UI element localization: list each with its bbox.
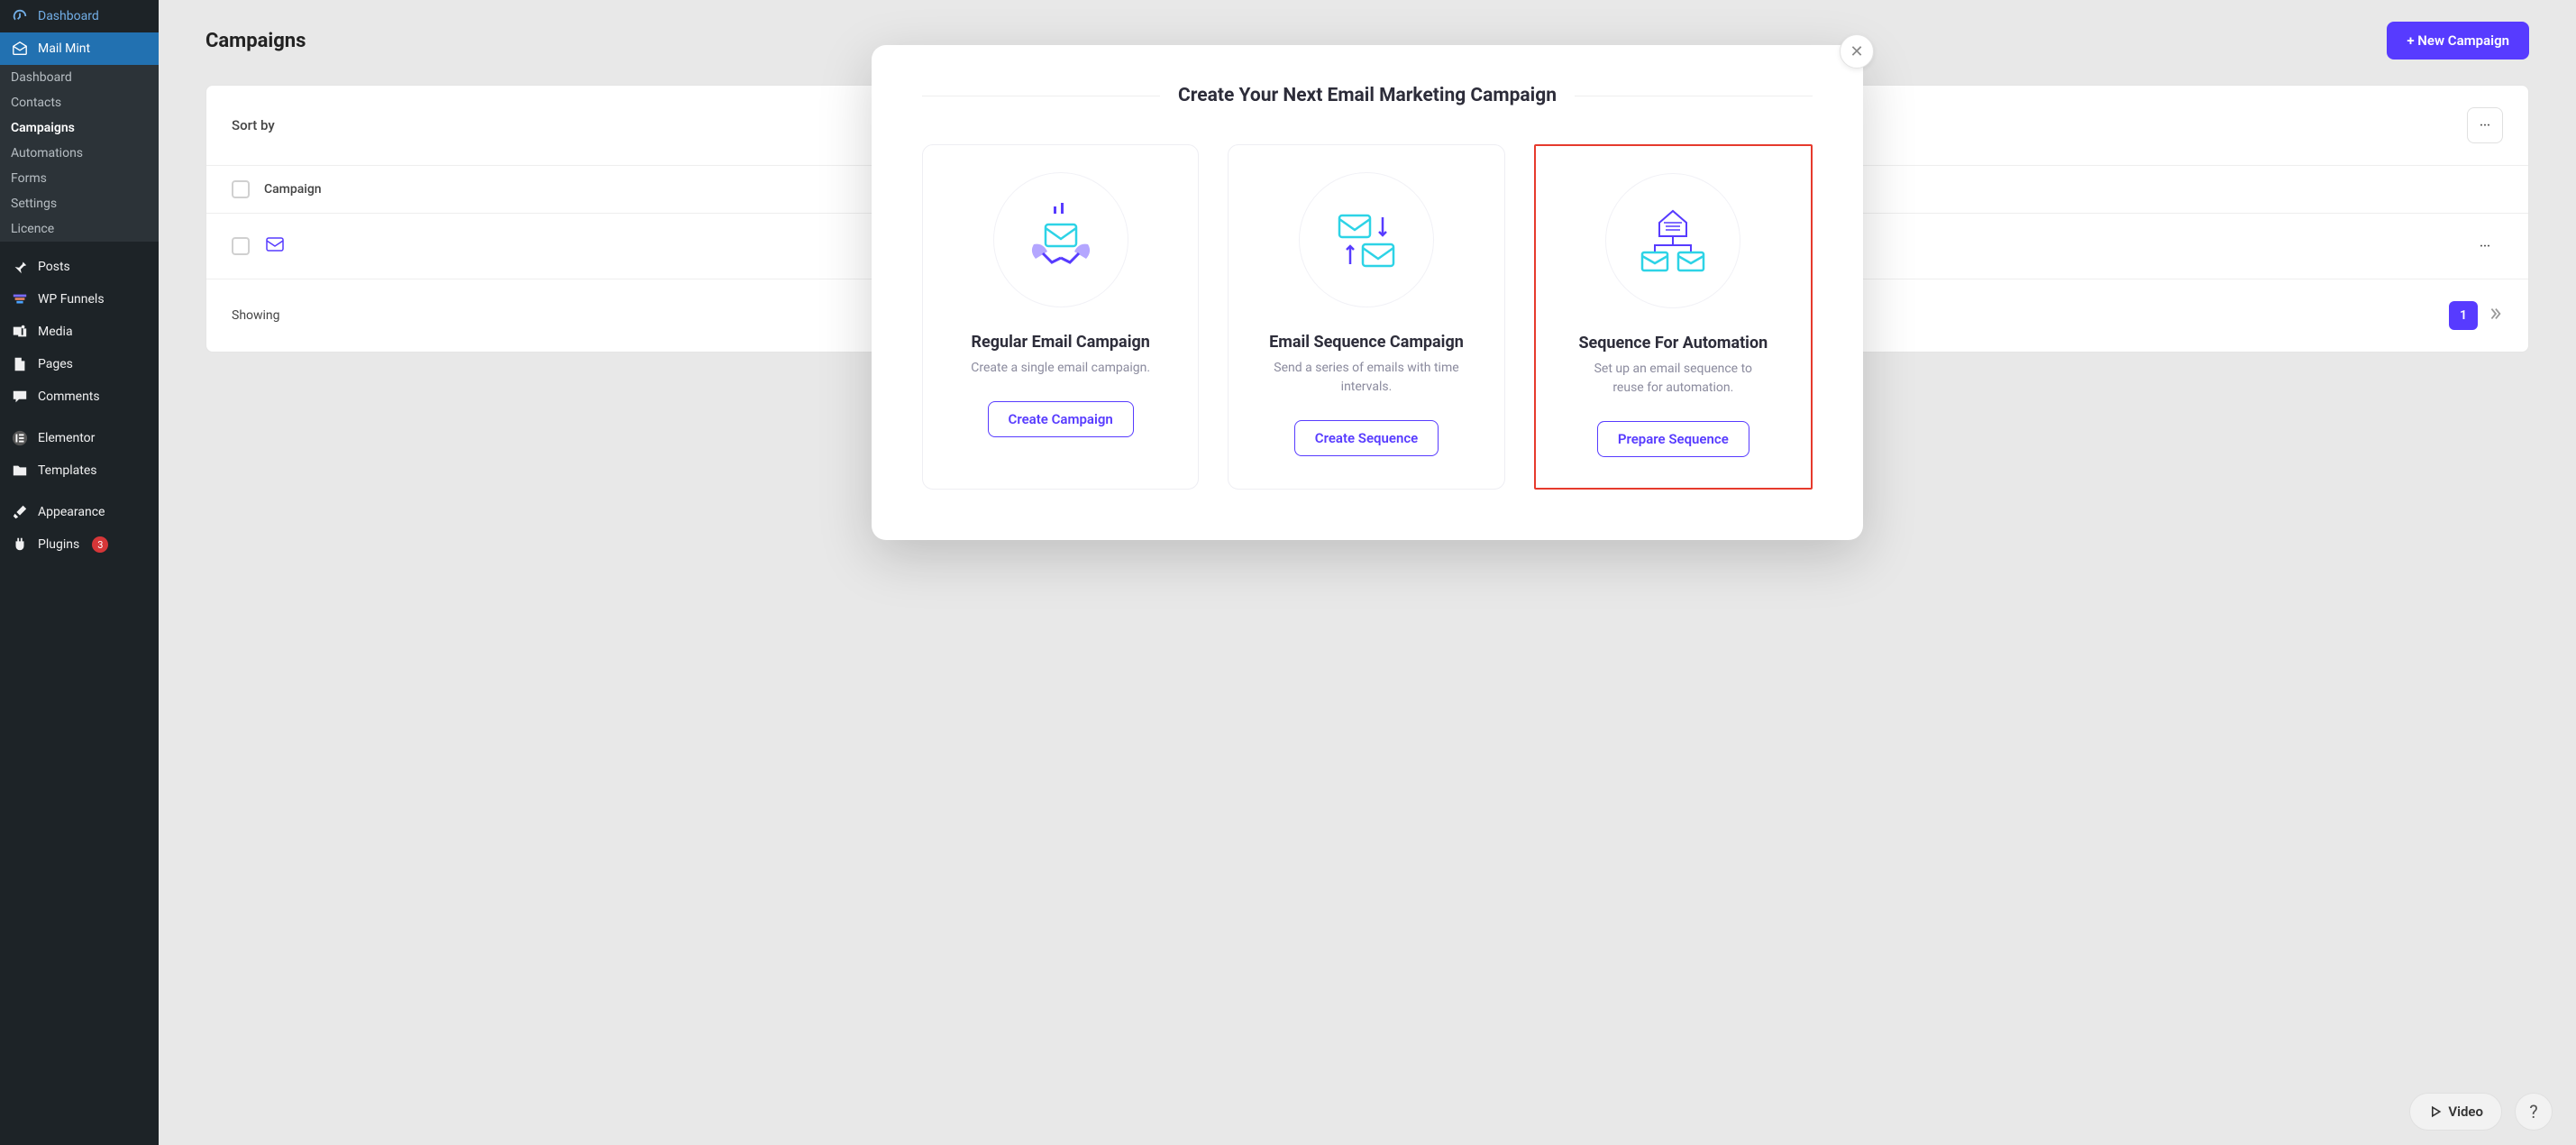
sidebar-item-label: Posts (38, 260, 70, 274)
funnel-icon (11, 290, 29, 308)
sidebar-item-label: WP Funnels (38, 292, 105, 307)
page-title: Campaigns (206, 30, 306, 52)
automation-tree-icon (1605, 173, 1740, 308)
card-sequence-automation: Sequence For Automation Set up an email … (1534, 144, 1813, 490)
close-icon[interactable]: ✕ (1840, 34, 1874, 69)
next-page-button[interactable] (2487, 306, 2503, 325)
sidebar-item-label: Media (38, 325, 73, 339)
column-campaign: Campaign (264, 182, 322, 197)
modal-title-wrap: Create Your Next Email Marketing Campaig… (922, 85, 1813, 106)
submenu-automations[interactable]: Automations (0, 141, 159, 166)
create-campaign-modal: ✕ Create Your Next Email Marketing Campa… (872, 45, 1863, 540)
sidebar-item-dashboard[interactable]: Dashboard (0, 0, 159, 32)
card-email-sequence: Email Sequence Campaign Send a series of… (1228, 144, 1504, 490)
app-root: Dashboard Mail Mint Dashboard Contacts C… (0, 0, 2576, 1145)
pagination: 1 (2449, 301, 2503, 330)
update-badge: 3 (92, 536, 108, 553)
help-button[interactable]: ? (2515, 1093, 2553, 1131)
sidebar-item-label: Appearance (38, 505, 105, 519)
select-all-checkbox[interactable] (232, 180, 250, 198)
hands-envelope-icon (993, 172, 1128, 307)
sidebar-item-wpfunnels[interactable]: WP Funnels (0, 283, 159, 316)
sidebar-item-mailmint[interactable]: Mail Mint (0, 32, 159, 65)
sidebar-item-label: Dashboard (38, 9, 99, 23)
submenu-licence[interactable]: Licence (0, 216, 159, 242)
brush-icon (11, 503, 29, 521)
admin-sidebar: Dashboard Mail Mint Dashboard Contacts C… (0, 0, 159, 1145)
row-checkbox[interactable] (232, 237, 250, 255)
card-title: Sequence For Automation (1578, 334, 1768, 353)
card-title: Email Sequence Campaign (1269, 333, 1464, 352)
comment-icon (11, 388, 29, 406)
sidebar-item-label: Mail Mint (38, 41, 90, 56)
submenu-settings[interactable]: Settings (0, 191, 159, 216)
modal-title: Create Your Next Email Marketing Campaig… (1178, 85, 1557, 106)
row-actions-button[interactable]: ··· (2467, 228, 2503, 264)
help-footer: Video ? (2409, 1093, 2553, 1131)
sort-label[interactable]: Sort by (232, 117, 275, 133)
sidebar-item-comments[interactable]: Comments (0, 380, 159, 413)
submenu-campaigns[interactable]: Campaigns (0, 115, 159, 141)
elementor-icon (11, 429, 29, 447)
sidebar-item-media[interactable]: Media (0, 316, 159, 348)
sidebar-item-label: Elementor (38, 431, 95, 445)
submenu-contacts[interactable]: Contacts (0, 90, 159, 115)
sidebar-item-plugins[interactable]: Plugins 3 (0, 528, 159, 561)
card-regular-email: Regular Email Campaign Create a single e… (922, 144, 1199, 490)
sidebar-item-label: Pages (38, 357, 73, 371)
main-content: Campaigns + New Campaign Sort by ··· Cam… (159, 0, 2576, 1145)
video-label: Video (2448, 1104, 2483, 1120)
sidebar-item-pages[interactable]: Pages (0, 348, 159, 380)
play-icon (2428, 1104, 2443, 1119)
card-description: Send a series of emails with time interv… (1272, 359, 1461, 397)
video-button[interactable]: Video (2409, 1093, 2502, 1131)
campaign-type-icon (264, 234, 286, 259)
bulk-actions-button[interactable]: ··· (2467, 107, 2503, 143)
sidebar-item-posts[interactable]: Posts (0, 251, 159, 283)
sidebar-item-elementor[interactable]: Elementor (0, 422, 159, 454)
page-icon (11, 355, 29, 373)
folder-icon (11, 462, 29, 480)
media-icon (11, 323, 29, 341)
submenu-forms[interactable]: Forms (0, 166, 159, 191)
create-campaign-button[interactable]: Create Campaign (988, 401, 1134, 437)
plug-icon (11, 536, 29, 554)
sidebar-item-label: Plugins (38, 537, 79, 552)
create-sequence-button[interactable]: Create Sequence (1294, 420, 1439, 456)
card-title: Regular Email Campaign (972, 333, 1150, 352)
sequence-envelopes-icon (1299, 172, 1434, 307)
card-description: Set up an email sequence to reuse for au… (1578, 360, 1768, 398)
sidebar-item-label: Templates (38, 463, 97, 478)
submenu-dashboard[interactable]: Dashboard (0, 65, 159, 90)
page-1-button[interactable]: 1 (2449, 301, 2478, 330)
new-campaign-button[interactable]: + New Campaign (2387, 22, 2529, 60)
sidebar-submenu: Dashboard Contacts Campaigns Automations… (0, 65, 159, 242)
envelope-open-icon (11, 40, 29, 58)
sidebar-item-templates[interactable]: Templates (0, 454, 159, 487)
sidebar-item-appearance[interactable]: Appearance (0, 496, 159, 528)
campaign-type-cards: Regular Email Campaign Create a single e… (922, 144, 1813, 490)
gauge-icon (11, 7, 29, 25)
pin-icon (11, 258, 29, 276)
showing-text: Showing (232, 308, 280, 323)
prepare-sequence-button[interactable]: Prepare Sequence (1597, 421, 1749, 457)
card-description: Create a single email campaign. (971, 359, 1150, 378)
sidebar-item-label: Comments (38, 389, 100, 404)
